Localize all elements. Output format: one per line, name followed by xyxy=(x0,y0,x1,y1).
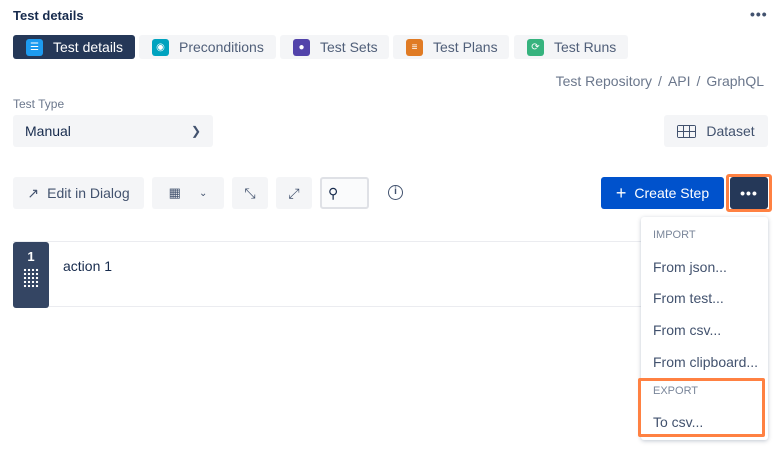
tab-test-plans[interactable]: ≡ Test Plans xyxy=(393,35,509,59)
tab-test-sets[interactable]: ● Test Sets xyxy=(280,35,389,59)
info-icon[interactable]: i xyxy=(388,185,403,200)
search-input[interactable]: ⚲ xyxy=(320,177,369,209)
tab-test-details[interactable]: ☰ Test details xyxy=(13,35,135,59)
test-runs-icon: ⟳ xyxy=(527,38,544,56)
step-action[interactable]: action 1 xyxy=(63,258,112,274)
dataset-label: Dataset xyxy=(706,123,755,139)
step-number: 1 xyxy=(27,249,35,264)
more-actions-button[interactable]: ••• xyxy=(730,177,768,209)
menu-item-from-json[interactable]: From json... xyxy=(653,259,727,275)
tab-label: Preconditions xyxy=(179,39,264,55)
tab-label: Test Runs xyxy=(554,39,617,55)
grid-icon: ▦ xyxy=(168,185,181,200)
tab-label: Test Plans xyxy=(433,39,498,55)
expand-icon: ⤢ xyxy=(288,184,300,201)
menu-item-from-test[interactable]: From test... xyxy=(653,290,724,306)
section-more-button[interactable]: ••• xyxy=(750,6,768,22)
view-dropdown-button[interactable]: ▦ ⌄ xyxy=(152,177,224,209)
test-type-label: Test Type xyxy=(13,97,65,111)
edit-in-dialog-button[interactable]: ↗ Edit in Dialog xyxy=(13,177,144,209)
chevron-down-icon: ⌄ xyxy=(198,187,208,199)
tab-preconditions[interactable]: ◉ Preconditions xyxy=(139,35,276,59)
menu-header-import: IMPORT xyxy=(653,229,696,241)
create-step-label: Create Step xyxy=(634,185,710,201)
edit-in-dialog-label: Edit in Dialog xyxy=(47,185,130,201)
chevron-down-icon: ❯ xyxy=(190,124,201,138)
plus-icon: + xyxy=(615,182,627,203)
test-sets-icon: ● xyxy=(293,38,310,56)
test-type-value: Manual xyxy=(25,123,71,139)
test-plans-icon: ≡ xyxy=(406,38,423,56)
step-row[interactable]: 1 action 1 xyxy=(13,241,653,308)
breadcrumb-api[interactable]: API xyxy=(668,73,691,89)
table-icon xyxy=(677,124,697,138)
create-step-button[interactable]: + Create Step xyxy=(601,177,724,209)
drag-handle-icon[interactable] xyxy=(23,268,39,288)
dataset-button[interactable]: Dataset xyxy=(664,115,768,147)
search-icon: ⚲ xyxy=(328,184,339,201)
section-title: Test details xyxy=(13,8,84,23)
tab-label: Test Sets xyxy=(320,39,378,55)
menu-item-from-clipboard[interactable]: From clipboard... xyxy=(653,354,758,370)
external-link-icon: ↗ xyxy=(27,184,40,201)
precondition-icon: ◉ xyxy=(152,38,169,56)
list-icon: ☰ xyxy=(26,38,43,56)
tab-label: Test details xyxy=(53,39,124,55)
collapse-icon: ⤡ xyxy=(244,184,256,201)
collapse-button[interactable]: ⤡ xyxy=(232,177,268,209)
test-type-select[interactable]: Manual ❯ xyxy=(13,115,213,147)
expand-button[interactable]: ⤢ xyxy=(276,177,312,209)
breadcrumb-graphql[interactable]: GraphQL xyxy=(706,73,764,89)
step-number-block[interactable]: 1 xyxy=(13,242,49,308)
breadcrumb: Test Repository / API / GraphQL xyxy=(555,73,764,89)
breadcrumb-test-repository[interactable]: Test Repository xyxy=(556,73,652,89)
export-highlight-box xyxy=(638,378,765,437)
tab-test-runs[interactable]: ⟳ Test Runs xyxy=(514,35,628,59)
menu-item-from-csv[interactable]: From csv... xyxy=(653,322,721,338)
